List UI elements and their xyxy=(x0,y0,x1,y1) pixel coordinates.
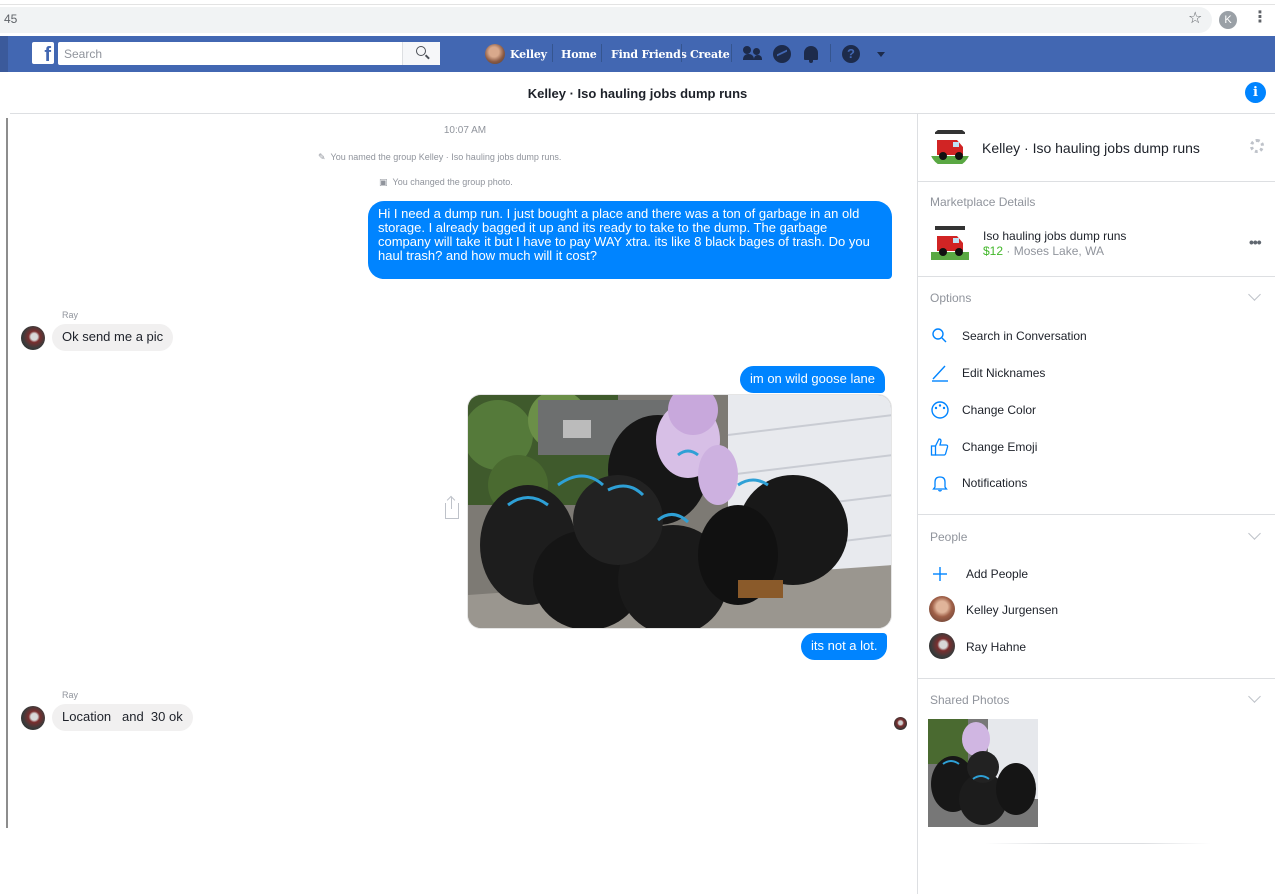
truck-image xyxy=(929,222,971,264)
listing-price-location: $12 · Moses Lake, WA xyxy=(983,244,1104,258)
options-heading[interactable]: Options xyxy=(930,291,971,305)
browser-profile-avatar[interactable]: K xyxy=(1219,11,1237,29)
nav-separator xyxy=(681,44,682,62)
notifications-bell-icon[interactable] xyxy=(804,46,818,63)
messenger-icon[interactable] xyxy=(773,45,791,63)
palette-icon xyxy=(931,401,949,419)
nav-create-link[interactable]: Create xyxy=(690,48,730,61)
nav-find-friends-link[interactable]: Find Friends xyxy=(611,48,687,61)
account-caret-icon[interactable] xyxy=(877,52,885,57)
photo-icon: ▣ xyxy=(379,177,388,187)
nav-separator xyxy=(830,44,831,62)
people-heading[interactable]: People xyxy=(930,530,967,544)
incoming-message-2[interactable]: Location and 30 ok xyxy=(52,704,193,731)
search-input[interactable] xyxy=(58,42,404,65)
listing-location: · Moses Lake, WA xyxy=(1003,244,1104,258)
plus-icon xyxy=(933,567,947,581)
facebook-logo-icon[interactable]: f xyxy=(32,42,54,64)
pencil-icon xyxy=(932,365,948,382)
person-kelley-jurgensen[interactable]: Kelley Jurgensen xyxy=(966,603,1058,617)
browser-top-border xyxy=(0,4,1275,5)
listing-price: $12 xyxy=(983,244,1004,258)
thumbs-up-icon xyxy=(930,438,949,456)
outgoing-message-1[interactable]: Hi I need a dump run. I just bought a pl… xyxy=(368,201,892,279)
truck-image xyxy=(929,126,971,168)
nav-home-link[interactable]: Home xyxy=(561,48,597,61)
search-button[interactable] xyxy=(402,42,440,65)
browser-menu-icon[interactable]: ⋮ xyxy=(1252,9,1268,27)
trash-bags-thumbnail xyxy=(928,719,1038,827)
ray-avatar[interactable] xyxy=(929,633,955,659)
trash-bags-photo xyxy=(468,395,891,628)
friend-requests-icon[interactable] xyxy=(743,45,762,61)
shared-photos-heading[interactable]: Shared Photos xyxy=(930,693,1009,707)
help-question-icon[interactable]: ? xyxy=(842,45,860,63)
kelley-avatar[interactable] xyxy=(929,596,955,622)
shared-photo-thumbnail[interactable] xyxy=(928,719,1038,827)
option-label: Edit Nicknames xyxy=(962,366,1046,380)
share-icon[interactable] xyxy=(445,497,459,519)
outgoing-message-2[interactable]: im on wild goose lane xyxy=(740,366,886,393)
bookmark-star-icon[interactable]: ☆ xyxy=(1188,10,1202,28)
marketplace-listing-thumbnail[interactable] xyxy=(929,222,971,264)
read-receipt-avatar xyxy=(894,717,907,730)
info-icon[interactable]: i xyxy=(1245,82,1266,103)
panel-group-title: Kelley · Iso hauling jobs dump runs xyxy=(982,140,1200,156)
search-box xyxy=(58,42,440,65)
nav-profile-link[interactable]: Kelley xyxy=(510,48,547,61)
search-icon xyxy=(416,46,426,56)
conversation-title: Kelley · Iso hauling jobs dump runs xyxy=(527,86,748,101)
option-label: Notifications xyxy=(962,476,1028,490)
system-note-group-named: ✎ You named the group Kelley · Iso haulin… xyxy=(318,152,561,163)
address-bar[interactable] xyxy=(0,7,1212,33)
more-options-icon[interactable]: ••• xyxy=(1249,234,1262,250)
message-timestamp: 10:07 AM xyxy=(443,125,487,136)
listing-title[interactable]: Iso hauling jobs dump runs xyxy=(983,229,1126,243)
nav-separator xyxy=(601,44,602,62)
panel-divider xyxy=(918,181,1275,182)
bell-icon xyxy=(932,476,948,492)
browser-toolbar: 45 ☆ K ⋮ xyxy=(0,0,1275,36)
panel-bottom-fade xyxy=(985,843,1211,844)
shared-photo-trash-bags[interactable] xyxy=(467,394,892,629)
left-scrollbar[interactable] xyxy=(6,118,8,828)
sender-name: Ray xyxy=(62,310,79,320)
nav-profile-avatar[interactable] xyxy=(485,44,505,64)
add-people-label: Add People xyxy=(966,567,1029,581)
option-label: Change Emoji xyxy=(962,440,1038,454)
group-photo[interactable] xyxy=(929,126,971,168)
panel-divider xyxy=(918,276,1275,277)
nav-separator xyxy=(731,44,732,62)
nav-separator xyxy=(552,44,553,62)
outgoing-message-3[interactable]: its not a lot. xyxy=(801,633,888,660)
system-note-text: You changed the group photo. xyxy=(392,177,513,187)
option-label: Search in Conversation xyxy=(962,329,1087,343)
ray-avatar[interactable] xyxy=(21,706,45,730)
gear-icon[interactable] xyxy=(1250,139,1264,153)
search-icon xyxy=(932,328,947,343)
option-label: Change Color xyxy=(962,403,1037,417)
incoming-message-1[interactable]: Ok send me a pic xyxy=(52,324,174,351)
system-note-photo-changed: ▣ You changed the group photo. xyxy=(379,177,513,188)
panel-divider xyxy=(918,678,1275,679)
sender-name: Ray xyxy=(62,690,79,700)
pencil-icon: ✎ xyxy=(318,152,326,162)
system-note-text: You named the group Kelley · Iso hauling… xyxy=(330,152,562,162)
panel-divider xyxy=(918,514,1275,515)
person-ray-hahne[interactable]: Ray Hahne xyxy=(966,640,1026,654)
ray-avatar[interactable] xyxy=(21,326,45,350)
address-bar-text[interactable]: 45 xyxy=(4,12,17,26)
marketplace-details-heading: Marketplace Details xyxy=(930,195,1036,209)
